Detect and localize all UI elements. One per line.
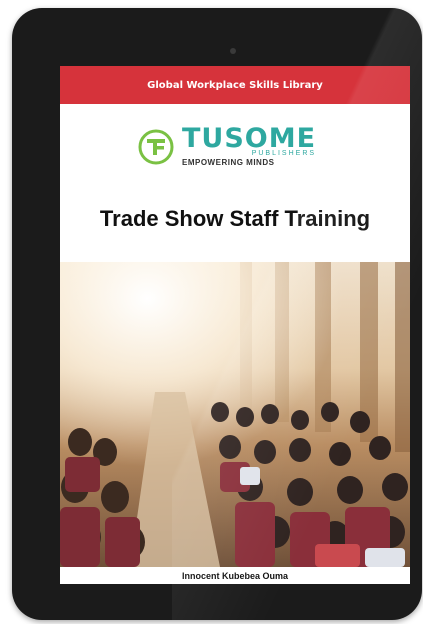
library-label: Global Workplace Skills Library: [147, 79, 323, 91]
author-name: Innocent Kubebea Ouma: [181, 570, 288, 581]
publisher-logo: TUSOME PUBLISHERS EMPOWERING MINDS: [138, 123, 317, 167]
author-bar: Innocent Kubebea Ouma: [60, 567, 410, 584]
cover-photo: [60, 262, 410, 567]
publisher-tagline: EMPOWERING MINDS: [182, 158, 275, 167]
front-camera-icon: [230, 48, 236, 54]
library-banner: Global Workplace Skills Library: [60, 66, 410, 104]
book-title: Trade Show Staff Training: [99, 206, 371, 231]
tablet-device: Global Workplace Skills Library TUSOME P…: [12, 8, 422, 620]
book-cover[interactable]: Global Workplace Skills Library TUSOME P…: [60, 66, 410, 584]
tusome-logo-icon: [138, 129, 174, 164]
publisher-name: TUSOME: [182, 123, 317, 154]
